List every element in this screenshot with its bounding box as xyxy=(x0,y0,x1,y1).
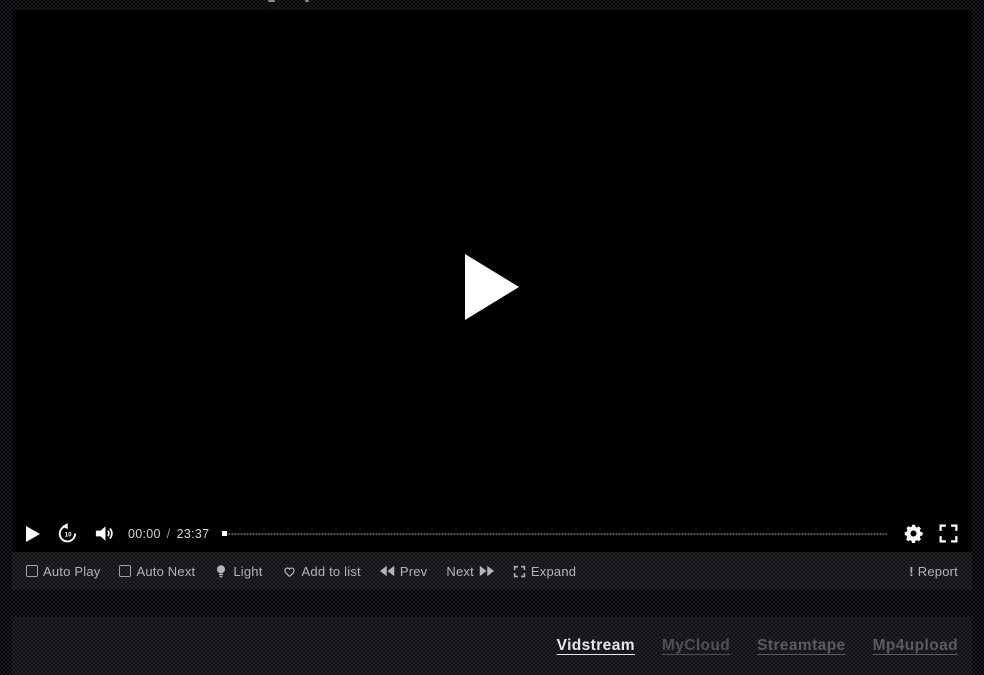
auto-next-label: Auto Next xyxy=(136,564,195,579)
report-label: Report xyxy=(918,564,958,579)
player-toolbar: Auto Play Auto Next Light Add to list Pr… xyxy=(12,552,972,590)
fullscreen-icon xyxy=(938,523,959,544)
current-time: 00:00 xyxy=(128,527,161,541)
server-streamtape[interactable]: Streamtape xyxy=(757,637,845,655)
clipped-title-fragment xyxy=(268,0,275,2)
server-vidstream[interactable]: Vidstream xyxy=(557,637,635,655)
fullscreen-button[interactable] xyxy=(938,523,959,544)
page: { "video_player": { "state": "paused", "… xyxy=(0,0,984,664)
auto-play-checkbox[interactable] xyxy=(26,565,38,577)
play-icon xyxy=(25,526,40,542)
prev-label: Prev xyxy=(400,564,428,579)
time-display: 00:00 / 23:37 xyxy=(128,527,209,541)
heart-icon xyxy=(282,564,297,578)
auto-next-checkbox[interactable] xyxy=(119,565,131,577)
auto-play-toggle[interactable]: Auto Play xyxy=(26,564,100,579)
exclamation-icon: ! xyxy=(909,564,914,579)
volume-icon xyxy=(93,522,116,545)
server-mp4upload[interactable]: Mp4upload xyxy=(873,637,958,655)
time-separator: / xyxy=(167,527,171,541)
auto-next-toggle[interactable]: Auto Next xyxy=(119,564,195,579)
gear-icon xyxy=(903,523,924,544)
settings-button[interactable] xyxy=(903,523,924,544)
progress-playhead[interactable] xyxy=(222,531,227,536)
big-play-button[interactable] xyxy=(465,254,519,320)
lightbulb-icon xyxy=(214,564,228,579)
next-icon xyxy=(479,565,494,577)
rewind-10-button[interactable]: 10 xyxy=(56,522,79,545)
duration: 23:37 xyxy=(177,527,210,541)
add-to-list-button[interactable]: Add to list xyxy=(282,564,361,579)
report-button[interactable]: ! Report xyxy=(909,564,958,579)
clipped-title-fragment xyxy=(305,0,309,2)
prev-icon xyxy=(380,565,395,577)
next-label: Next xyxy=(446,564,474,579)
rewind-10-icon: 10 xyxy=(56,522,79,545)
svg-text:10: 10 xyxy=(65,532,72,539)
player-control-bar: 10 00:00 / 23:37 xyxy=(12,515,972,552)
next-episode-button[interactable]: Next xyxy=(446,564,494,579)
prev-episode-button[interactable]: Prev xyxy=(380,564,428,579)
expand-label: Expand xyxy=(531,564,576,579)
light-toggle[interactable]: Light xyxy=(214,564,262,579)
expand-button[interactable]: Expand xyxy=(513,564,576,579)
expand-icon xyxy=(513,565,526,578)
server-selector: Vidstream MyCloud Streamtape Mp4upload xyxy=(12,617,972,675)
progress-bar[interactable] xyxy=(223,533,887,535)
play-button[interactable] xyxy=(25,526,40,542)
volume-button[interactable] xyxy=(93,522,116,545)
server-mycloud[interactable]: MyCloud xyxy=(662,637,730,655)
add-to-list-label: Add to list xyxy=(302,564,361,579)
light-label: Light xyxy=(233,564,262,579)
video-player[interactable]: 10 00:00 / 23:37 xyxy=(12,10,972,552)
auto-play-label: Auto Play xyxy=(43,564,100,579)
